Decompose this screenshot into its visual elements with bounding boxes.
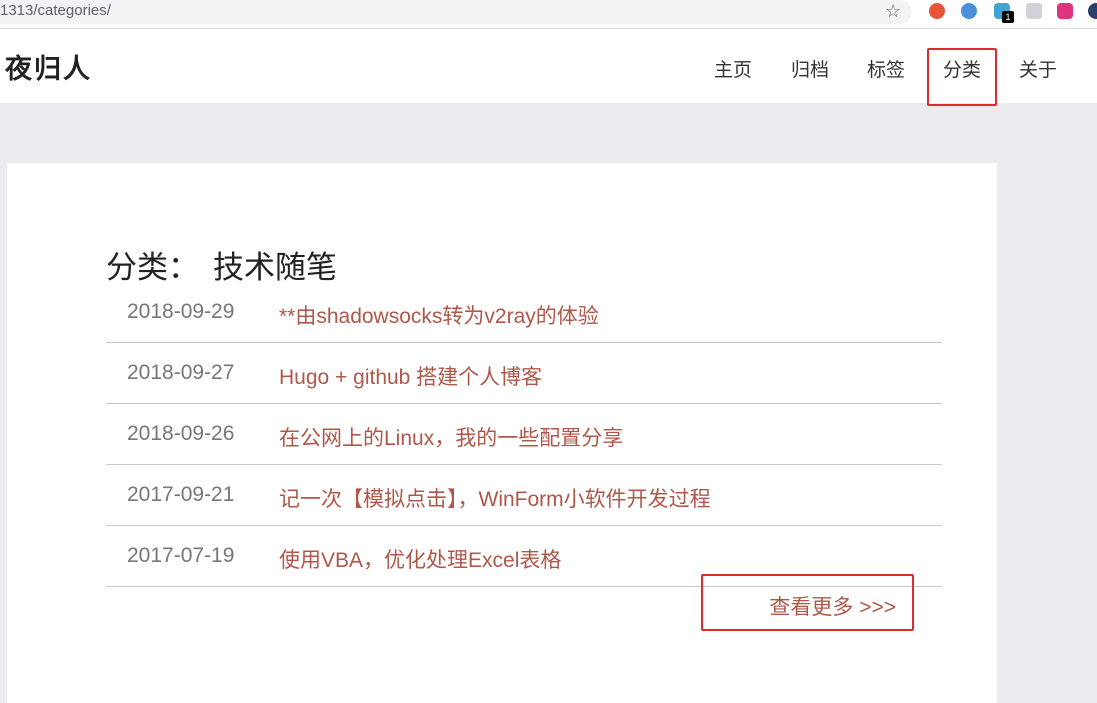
extension-hexagon-icon[interactable] xyxy=(1057,3,1073,19)
extension-profile-icon[interactable] xyxy=(1088,3,1097,19)
post-title-link[interactable]: 在公网上的Linux，我的一些配置分享 xyxy=(279,422,623,452)
bookmark-star-icon[interactable]: ☆ xyxy=(885,0,901,22)
post-title-link[interactable]: 使用VBA，优化处理Excel表格 xyxy=(279,544,561,574)
url-text: 1313/categories/ xyxy=(0,2,111,19)
post-date: 2018-09-27 xyxy=(127,361,235,384)
post-date: 2017-07-19 xyxy=(127,544,235,567)
category-card: 分类： 技术随笔 2018-09-29 **由shadowsocks转为v2ray… xyxy=(7,163,997,703)
post-title-link[interactable]: Hugo + github 搭建个人博客 xyxy=(279,361,542,391)
post-date: 2017-09-21 xyxy=(127,483,235,506)
category-label: 分类： xyxy=(106,250,199,285)
post-date: 2018-09-26 xyxy=(127,422,235,445)
address-bar[interactable]: 1313/categories/ ☆ xyxy=(0,0,912,24)
post-title-link[interactable]: 记一次【模拟点击】，WinForm小软件开发过程 xyxy=(279,483,711,513)
post-row: 2018-09-27 Hugo + github 搭建个人博客 xyxy=(106,343,942,404)
post-title-link[interactable]: **由shadowsocks转为v2ray的体验 xyxy=(279,300,599,330)
site-header: 夜归人 主页 归档 标签 分类 关于 xyxy=(0,29,1097,106)
extension-infinity-icon[interactable] xyxy=(929,3,945,19)
category-heading: 分类： 技术随笔 xyxy=(106,242,337,287)
view-more-link[interactable]: 查看更多 >>> xyxy=(769,591,896,621)
nav-about[interactable]: 关于 xyxy=(1019,55,1057,82)
main-nav: 主页 归档 标签 分类 关于 xyxy=(0,29,1097,106)
nav-tags[interactable]: 标签 xyxy=(867,55,905,82)
nav-highlight-box xyxy=(927,48,997,106)
extension-count-badge: 1 xyxy=(1002,11,1014,23)
post-row: 2018-09-26 在公网上的Linux，我的一些配置分享 xyxy=(106,404,942,465)
browser-toolbar: 1313/categories/ ☆ 1 xyxy=(0,0,1097,29)
more-highlight-box: 查看更多 >>> xyxy=(701,574,914,631)
post-row: 2017-09-21 记一次【模拟点击】，WinForm小软件开发过程 xyxy=(106,465,942,526)
extension-feather-icon[interactable] xyxy=(961,3,977,19)
post-list: 2018-09-29 **由shadowsocks转为v2ray的体验 2018… xyxy=(106,282,942,587)
category-name: 技术随笔 xyxy=(213,250,337,285)
nav-archives[interactable]: 归档 xyxy=(791,55,829,82)
nav-home[interactable]: 主页 xyxy=(714,55,752,82)
post-row: 2018-09-29 **由shadowsocks转为v2ray的体验 xyxy=(106,282,942,343)
post-date: 2018-09-29 xyxy=(127,300,235,323)
extension-sitemap-icon[interactable] xyxy=(1026,3,1042,19)
